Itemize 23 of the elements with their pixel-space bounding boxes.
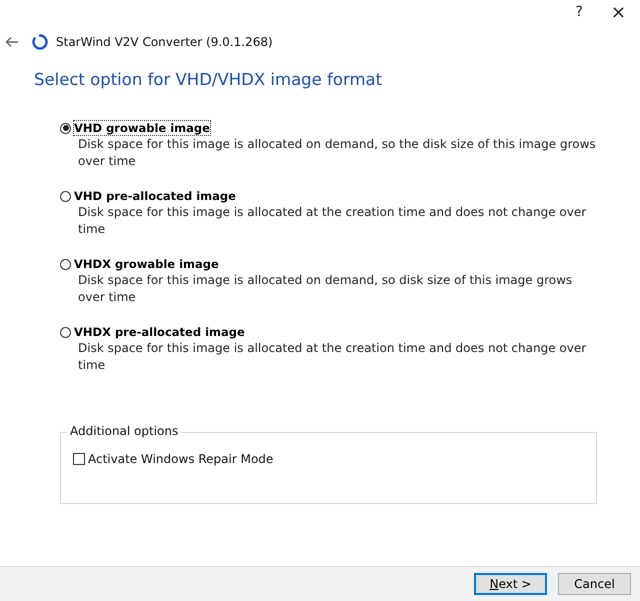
option-description: Disk space for this image is allocated at the creation time and does not change over time — [78, 340, 588, 374]
option-description: Disk space for this image is allocated at the creation time and does not change over time — [78, 204, 588, 238]
help-button[interactable]: ? — [575, 4, 583, 20]
option-label[interactable]: VHDX pre-allocated image — [73, 324, 246, 340]
checkbox[interactable] — [73, 453, 85, 465]
next-button[interactable]: Next > — [474, 573, 547, 595]
close-button[interactable]: × — [610, 2, 626, 22]
checkbox-label[interactable]: Activate Windows Repair Mode — [88, 452, 274, 466]
group-title: Additional options — [67, 424, 182, 438]
cancel-button[interactable]: Cancel — [558, 573, 631, 595]
option-label[interactable]: VHD pre-allocated image — [73, 188, 237, 204]
logo-icon — [32, 34, 48, 50]
option-label[interactable]: VHDX growable image — [73, 256, 220, 272]
radio-button[interactable] — [60, 122, 71, 134]
radio-button[interactable] — [60, 258, 71, 270]
app-title: StarWind V2V Converter (9.0.1.268) — [56, 35, 273, 49]
option-description: Disk space for this image is allocated on demand, so the disk size of this image grows over time — [78, 136, 597, 170]
radio-button[interactable] — [60, 326, 71, 338]
radio-button[interactable] — [60, 190, 71, 202]
page-heading: Select option for VHD/VHDX image format — [34, 70, 384, 91]
back-arrow-icon[interactable] — [5, 36, 19, 48]
option-label[interactable]: VHD growable image — [73, 120, 211, 136]
option-description: Disk space for this image is allocated on demand, so disk size of this image grows over time — [78, 272, 574, 306]
